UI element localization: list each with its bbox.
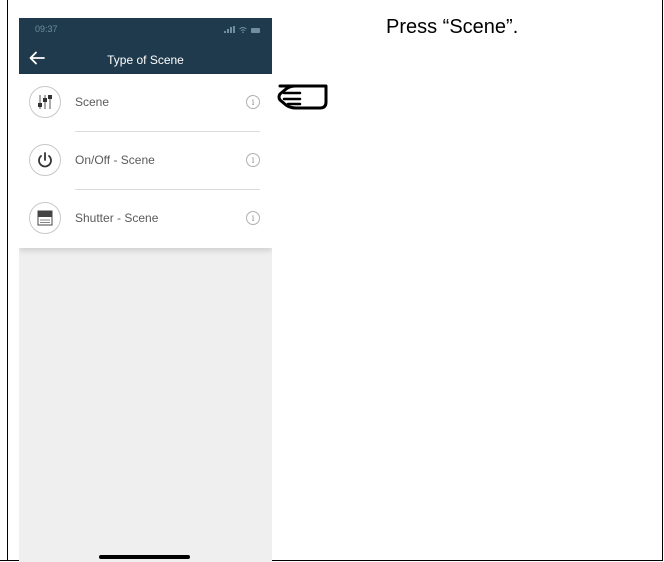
- list-item-label: Scene: [75, 95, 110, 109]
- list-item-label: On/Off - Scene: [75, 153, 155, 167]
- battery-icon: [251, 28, 260, 33]
- info-icon[interactable]: i: [246, 95, 260, 109]
- list-item-label: Shutter - Scene: [75, 211, 159, 225]
- info-icon[interactable]: i: [246, 211, 260, 225]
- scene-type-list: Scene i On/Off - Scene i Shutter - Scene…: [19, 74, 272, 248]
- list-item-scene[interactable]: Scene i: [19, 74, 272, 132]
- phone-screen: 09:37 Type of Scene Scene i On/Off - Sce…: [19, 18, 272, 562]
- power-icon: [29, 144, 61, 176]
- status-bar: 09:37: [19, 18, 272, 42]
- pointing-hand-icon: [277, 84, 328, 110]
- wifi-icon: [239, 27, 247, 33]
- shutter-icon: [29, 202, 61, 234]
- status-time: 09:37: [35, 24, 58, 34]
- nav-bar: Type of Scene: [19, 42, 272, 74]
- instruction-text: Press “Scene”.: [386, 16, 519, 38]
- list-item-onoff-scene[interactable]: On/Off - Scene i: [19, 132, 272, 190]
- frame-divider: [7, 0, 8, 561]
- home-indicator: [99, 555, 190, 559]
- sliders-icon: [29, 86, 61, 118]
- list-item-shutter-scene[interactable]: Shutter - Scene i: [19, 190, 272, 248]
- signal-icon: [224, 26, 235, 33]
- info-icon[interactable]: i: [246, 153, 260, 167]
- status-icons: [224, 25, 260, 33]
- page-title: Type of Scene: [107, 53, 184, 67]
